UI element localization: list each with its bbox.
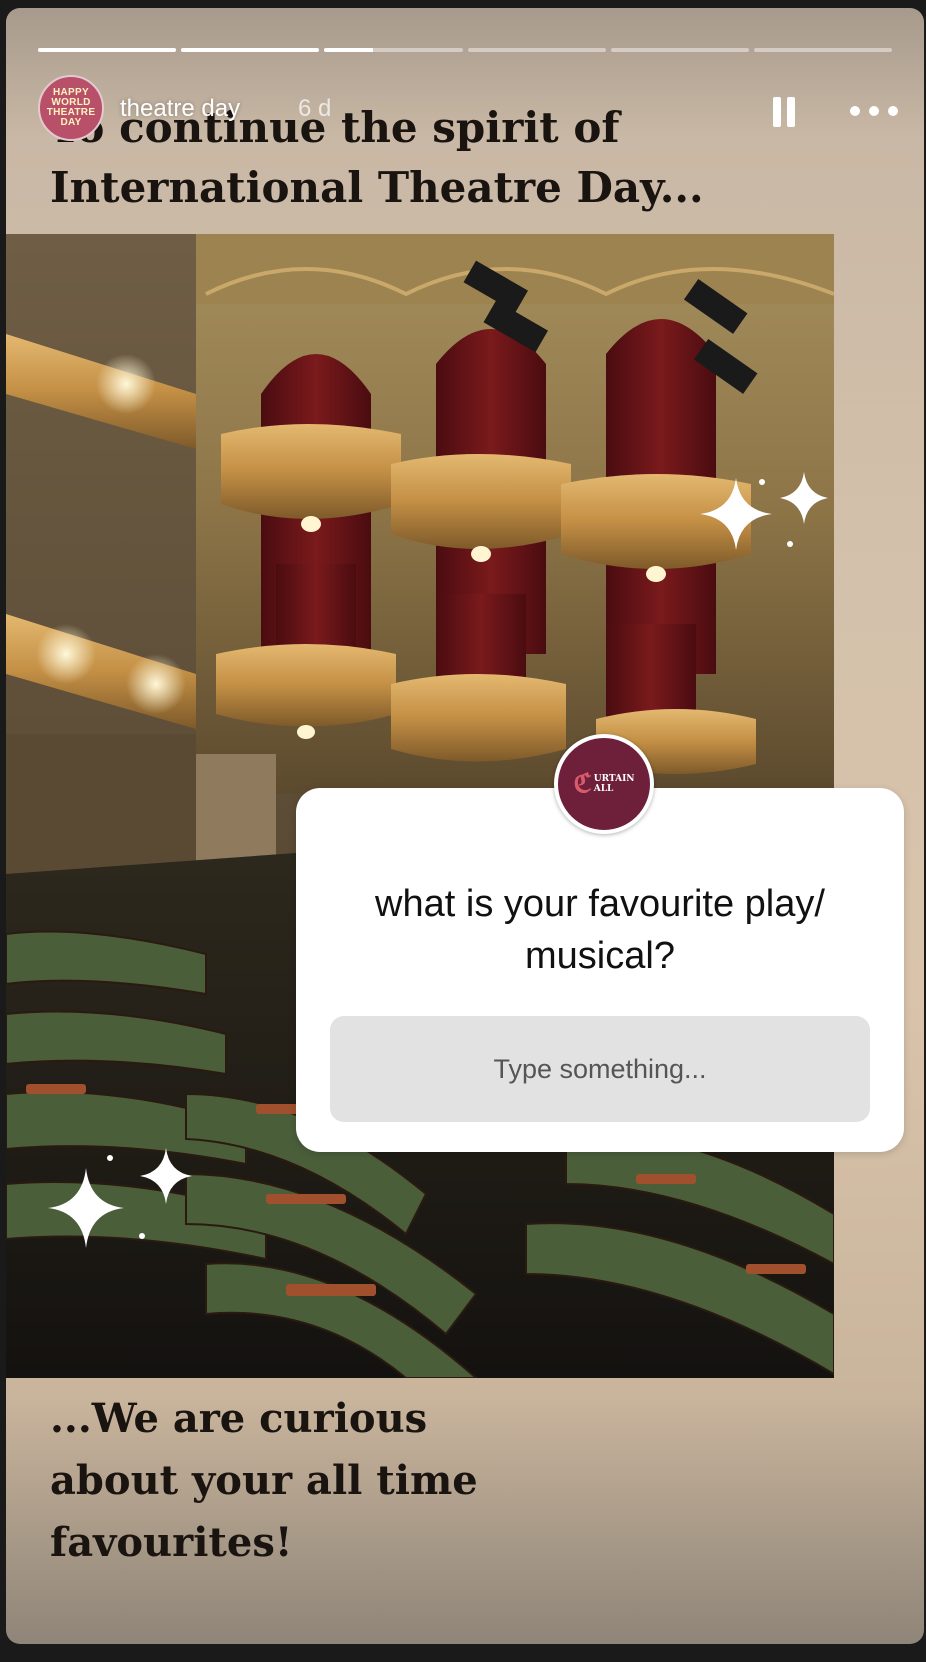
question-sticker[interactable]: ℭ URTAIN ALL what is your favourite play… [296,734,904,1152]
answer-input[interactable]: Type something... [330,1016,870,1122]
footer-text: ...We are curious about your all time fa… [50,1388,750,1574]
question-text: what is your favourite play/ musical? [375,883,825,977]
username[interactable]: theatre day [120,95,240,123]
progress-segment [324,48,463,52]
story-viewer[interactable]: To continue the spirit of International … [6,8,924,1644]
footer-line-1: ...We are curious [50,1395,428,1442]
sparkle-icon [48,1148,192,1248]
progress-fill [324,48,373,52]
pause-icon[interactable] [773,97,797,127]
logo-mark: ℭ [573,769,592,799]
progress-segment [753,48,893,52]
progress-fill [38,48,177,52]
logo-text: URTAIN ALL [593,774,635,794]
more-icon[interactable] [850,99,898,123]
avatar[interactable]: HAPPY WORLD THEATRE DAY [38,75,104,141]
story-progress [38,48,893,52]
progress-segment [467,48,606,52]
progress-segment [610,48,749,52]
footer-line-3: favourites! [50,1519,293,1566]
progress-segment [181,48,320,52]
curtain-call-logo: ℭ URTAIN ALL [554,734,654,834]
footer-line-2: about your all time [50,1457,478,1504]
post-time: 6 d [298,95,332,122]
sparkle-icon [700,472,828,550]
headline-line-2: International Theatre Day... [50,163,704,212]
progress-fill [181,48,320,52]
story-header: HAPPY WORLD THEATRE DAY theatre day 6 d [38,75,900,141]
progress-segment [38,48,177,52]
